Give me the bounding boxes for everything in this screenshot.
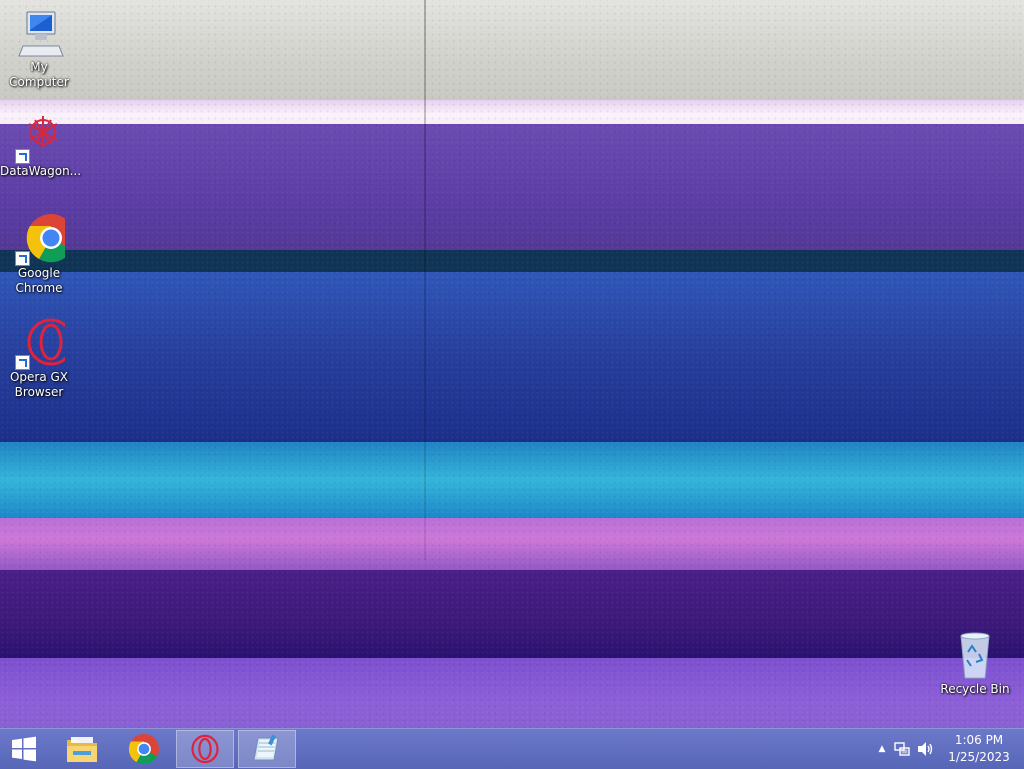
desktop-wallpaper[interactable]: My Computer DataWagon... Google Chrome O… [0,0,1024,728]
desktop-icon-my-computer[interactable]: My Computer [0,8,78,90]
notepad-icon [253,734,279,761]
desktop-icon-label: My Computer [9,60,69,89]
chrome-icon [13,214,75,266]
taskbar-clock[interactable]: 1:06 PM 1/25/2023 [944,732,1014,766]
desktop-icon-label: Google Chrome [15,266,63,295]
show-hidden-icons-chevron[interactable]: ▲ [874,744,890,754]
desktop-icon-google-chrome[interactable]: Google Chrome [0,214,78,296]
shortcut-arrow-icon [15,149,30,164]
taskbar-file-explorer[interactable] [54,730,110,768]
start-button[interactable] [0,730,48,768]
shortcut-arrow-icon [15,355,30,370]
desktop-icon-datawagon[interactable]: DataWagon... [0,112,82,179]
desktop-icon-recycle-bin[interactable]: Recycle Bin [936,630,1014,697]
recycle-bin-icon [949,630,1001,682]
opera-gx-icon [13,318,75,370]
clock-time: 1:06 PM [954,733,1004,747]
taskbar: ▲ 1:06 PM 1/25/2023 [0,728,1024,769]
taskbar-opera-gx[interactable] [176,730,234,768]
taskbar-google-chrome[interactable] [116,730,172,768]
chrome-icon [129,734,159,764]
clock-date: 1/25/2023 [948,750,1010,764]
wallpaper-texture [0,0,1024,728]
shortcut-arrow-icon [15,251,30,266]
desktop-icon-label: DataWagon... [0,164,82,178]
opera-gx-icon [191,734,219,764]
network-icon[interactable] [890,741,914,757]
volume-icon[interactable] [914,741,938,757]
desktop-icon-label: Recycle Bin [940,682,1010,696]
file-explorer-icon [67,737,97,762]
desktop-icon-label: Opera GX Browser [9,370,69,399]
datawagon-icon [13,112,65,164]
system-tray: ▲ [874,729,938,769]
windows-start-icon [12,736,36,762]
taskbar-notepad[interactable] [238,730,296,768]
desktop-icon-opera-gx[interactable]: Opera GX Browser [0,318,78,400]
computer-icon [13,8,65,60]
